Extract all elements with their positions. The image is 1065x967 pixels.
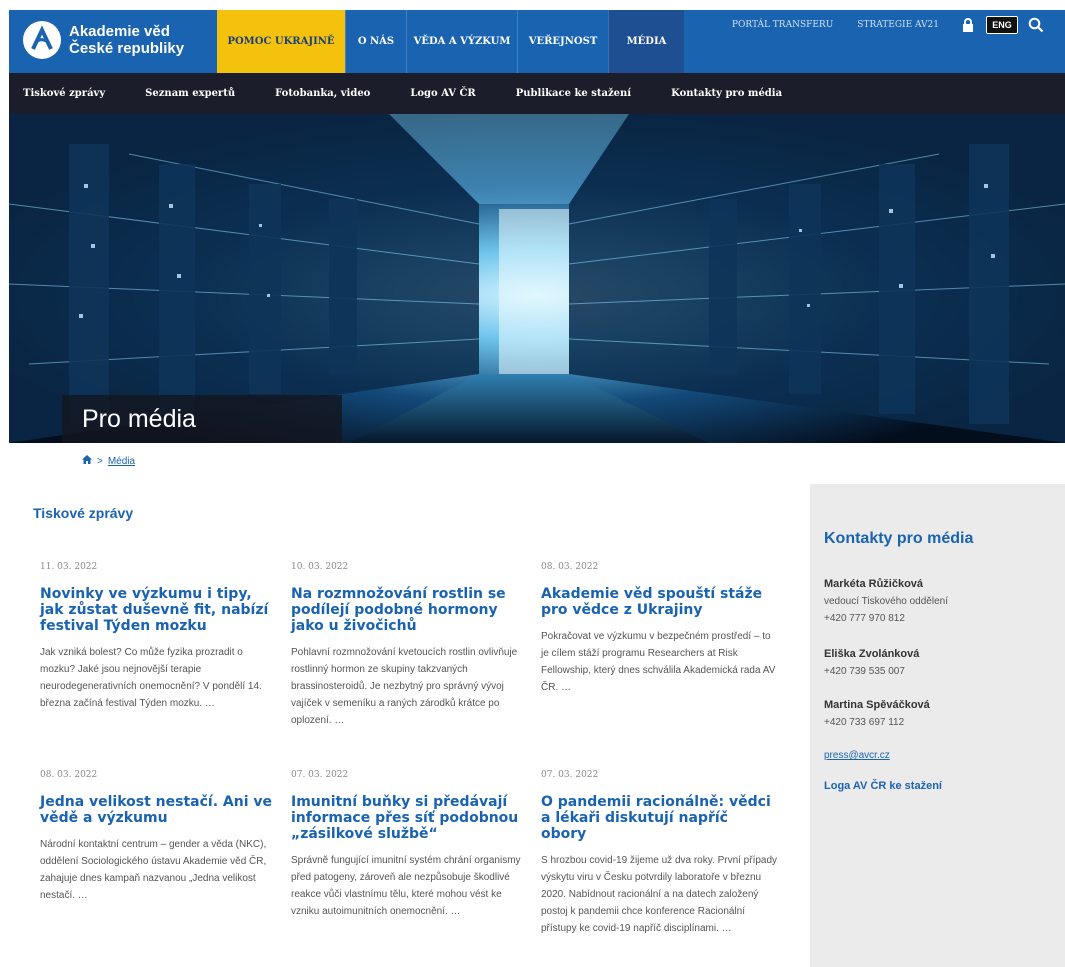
- article-title[interactable]: Imunitní buňky si předávají informace př…: [291, 794, 528, 842]
- article-date: 08. 03. 2022: [40, 770, 98, 780]
- article-title[interactable]: Novinky ve výzkumu i tipy, jak zůstat du…: [40, 586, 277, 634]
- sub-nav: Tiskové zprávy Seznam expertů Fotobanka,…: [9, 73, 1065, 114]
- contact-card: Martina Spěváčková +420 733 697 112: [824, 697, 930, 731]
- press-section-title[interactable]: Tiskové zprávy: [33, 505, 133, 521]
- nav-item-veda-a-vyzkum[interactable]: Věda a výzkum: [406, 10, 517, 73]
- article-date: 07. 03. 2022: [291, 770, 349, 780]
- article-excerpt: Národní kontaktní centrum – gender a věd…: [40, 839, 267, 901]
- article-date: 07. 03. 2022: [541, 770, 599, 780]
- subnav-item-kontakty[interactable]: Kontakty pro média: [651, 88, 802, 99]
- contact-card: Markéta Růžičková vedoucí Tiskového oddě…: [824, 576, 948, 627]
- main-nav: Pomoc Ukrajině O nás Věda a výzkum Veřej…: [217, 10, 684, 73]
- breadcrumb-media-link[interactable]: Média: [108, 456, 135, 467]
- article-card[interactable]: 08. 03. 2022 Jedna velikost nestačí. Ani…: [40, 770, 277, 904]
- subnav-item-tiskove-zpravy[interactable]: Tiskové zprávy: [9, 88, 125, 99]
- article-card[interactable]: 11. 03. 2022 Novinky ve výzkumu i tipy, …: [40, 562, 277, 712]
- site-header: Akademie věd České republiky Pomoc Ukraj…: [9, 10, 1065, 73]
- search-icon[interactable]: [1019, 10, 1053, 40]
- contact-phone[interactable]: +420 739 535 007: [824, 663, 919, 680]
- logo-text: Akademie věd České republiky: [69, 23, 184, 57]
- article-title[interactable]: Akademie věd spouští stáže pro vědce z U…: [541, 586, 778, 618]
- article-excerpt: Jak vzniká bolest? Co může fyzika prozra…: [40, 647, 262, 709]
- article-card[interactable]: 07. 03. 2022 Imunitní buňky si předávají…: [291, 770, 528, 920]
- logo-line-2: České republiky: [69, 40, 185, 57]
- article-date: 11. 03. 2022: [40, 562, 98, 572]
- strategie-link[interactable]: Strategie AV21: [845, 20, 951, 30]
- article-excerpt: Pokračovat ve výzkumu v bezpečném prostř…: [541, 631, 776, 693]
- lock-icon[interactable]: [951, 10, 985, 40]
- subnav-item-fotobanka[interactable]: Fotobanka, video: [255, 88, 390, 99]
- article-excerpt: Pohlavní rozmnožování kvetoucích rostlin…: [291, 647, 518, 726]
- article-date: 10. 03. 2022: [291, 562, 349, 572]
- page: Akademie věd České republiky Pomoc Ukraj…: [0, 0, 1065, 967]
- breadcrumb-separator: >: [97, 455, 103, 467]
- article-card[interactable]: 07. 03. 2022 O pandemii racionálně: vědc…: [541, 770, 778, 937]
- article-title[interactable]: Na rozmnožování rostlin se podílejí podo…: [291, 586, 528, 634]
- utility-nav: Portál transferu Strategie AV21 ENG: [720, 10, 1053, 40]
- logos-download-link[interactable]: Loga AV ČR ke stažení: [824, 780, 942, 792]
- subnav-item-seznam-expertu[interactable]: Seznam expertů: [125, 88, 255, 99]
- contact-name: Eliška Zvolánková: [824, 648, 920, 660]
- sidebar-title[interactable]: Kontakty pro média: [824, 530, 973, 548]
- hero-image: [9, 114, 1065, 443]
- site-logo[interactable]: Akademie věd České republiky: [23, 21, 184, 59]
- subnav-item-logo[interactable]: Logo AV ČR: [390, 88, 495, 99]
- home-icon[interactable]: [82, 455, 92, 467]
- media-contacts-sidebar: Kontakty pro média Markéta Růžičková ved…: [810, 484, 1065, 967]
- subnav-item-publikace[interactable]: Publikace ke stažení: [496, 88, 651, 99]
- nav-item-verejnost[interactable]: Veřejnost: [517, 10, 608, 73]
- portal-transferu-link[interactable]: Portál transferu: [720, 20, 845, 30]
- nav-item-media[interactable]: Média: [608, 10, 684, 73]
- contact-name: Martina Spěváčková: [824, 699, 930, 711]
- contact-role: vedoucí Tiskového oddělení: [824, 596, 948, 607]
- hero-illustration: [9, 114, 1065, 443]
- nav-item-pomoc-ukrajine[interactable]: Pomoc Ukrajině: [217, 10, 345, 73]
- contact-name: Markéta Růžičková: [824, 578, 924, 590]
- nav-item-o-nas[interactable]: O nás: [345, 10, 406, 73]
- article-excerpt: S hrozbou covid-19 žijeme už dva roky. P…: [541, 855, 778, 934]
- contact-phone[interactable]: +420 733 697 112: [824, 714, 930, 731]
- article-card[interactable]: 08. 03. 2022 Akademie věd spouští stáže …: [541, 562, 778, 696]
- language-switch[interactable]: ENG: [985, 10, 1019, 40]
- language-label: ENG: [986, 16, 1018, 34]
- article-excerpt: Správně fungující imunitní systém chrání…: [291, 855, 521, 917]
- contact-card: Eliška Zvolánková +420 739 535 007: [824, 646, 919, 680]
- article-card[interactable]: 10. 03. 2022 Na rozmnožování rostlin se …: [291, 562, 528, 729]
- breadcrumb: > Média: [82, 455, 135, 467]
- contact-phone[interactable]: +420 777 970 812: [824, 610, 948, 627]
- logo-line-1: Akademie věd: [69, 23, 170, 40]
- article-title[interactable]: Jedna velikost nestačí. Ani ve vědě a vý…: [40, 794, 277, 826]
- press-email-link[interactable]: press@avcr.cz: [824, 750, 890, 761]
- page-title: Pro média: [62, 395, 342, 443]
- article-title[interactable]: O pandemii racionálně: vědci a lékaři di…: [541, 794, 778, 842]
- article-date: 08. 03. 2022: [541, 562, 599, 572]
- logo-mark-icon: [23, 21, 61, 59]
